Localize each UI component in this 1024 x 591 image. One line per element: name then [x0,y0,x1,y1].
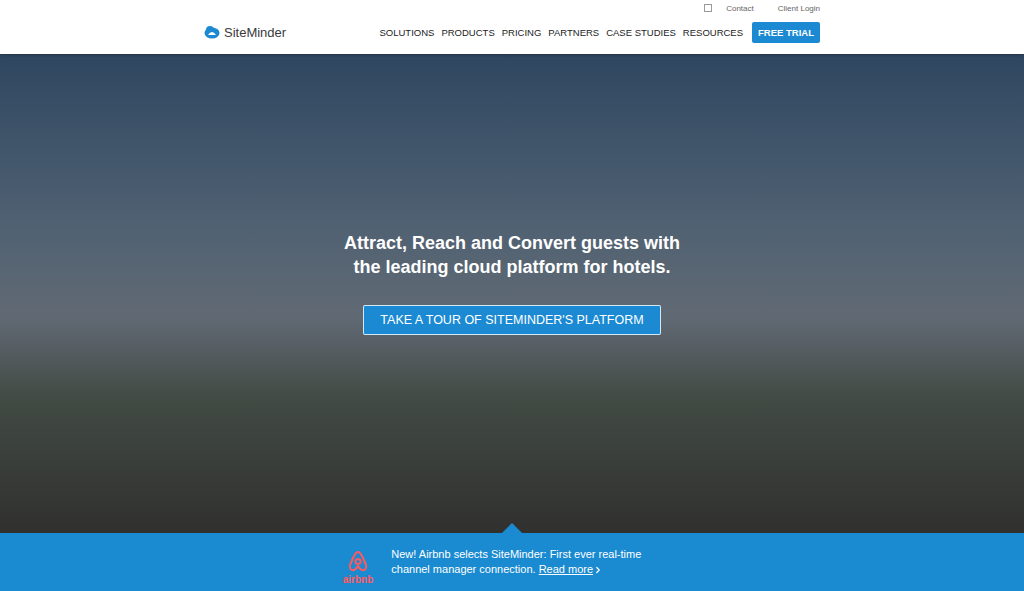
read-more-link[interactable]: Read more [539,562,603,577]
banner-text: New! Airbnb selects SiteMinder: First ev… [391,547,681,578]
chevron-right-icon [593,565,603,575]
headline-line: Attract, Reach and Convert guests with [344,232,680,255]
utility-link[interactable]: Client Login [778,4,820,13]
utility-bar: Contact Client Login [204,0,820,14]
hero-headline: Attract, Reach and Convert guests withth… [344,232,680,279]
nav-item[interactable]: SOLUTIONS [380,27,435,38]
utility-link[interactable]: Contact [704,4,754,13]
airbnb-icon [347,549,369,573]
nav-bar: SiteMinder SOLUTIONS PRODUCTS PRICING PARTNE… [204,14,820,54]
nav-item[interactable]: PARTNERS [548,27,599,38]
page: Contact Client Login SiteMinder SOLUTIONS PR… [0,0,1024,591]
nav-item[interactable]: CASE STUDIES [606,27,676,38]
header: Contact Client Login SiteMinder SOLUTIONS PR… [0,0,1024,54]
airbnb-logo: airbnb [343,539,374,585]
news-banner: airbnb New! Airbnb selects SiteMinder: Fi… [0,533,1024,591]
nav-item[interactable]: PRODUCTS [441,27,494,38]
nav-item[interactable]: RESOURCES [683,27,743,38]
logo-icon [204,25,220,39]
free-trial-button[interactable]: FREE TRIAL [752,22,820,43]
headline-line: the leading cloud platform for hotels. [344,256,680,279]
tour-button[interactable]: TAKE A TOUR OF SITEMINDER'S PLATFORM [363,305,660,335]
logo[interactable]: SiteMinder [204,25,286,40]
hero: Attract, Reach and Convert guests withth… [0,54,1024,533]
airbnb-wordmark: airbnb [343,574,374,585]
contact-icon [704,4,712,12]
banner-content: airbnb New! Airbnb selects SiteMinder: Fi… [343,539,682,585]
nav-item[interactable]: PRICING [502,27,542,38]
main-nav: SOLUTIONS PRODUCTS PRICING PARTNERS CASE STU… [380,22,821,43]
